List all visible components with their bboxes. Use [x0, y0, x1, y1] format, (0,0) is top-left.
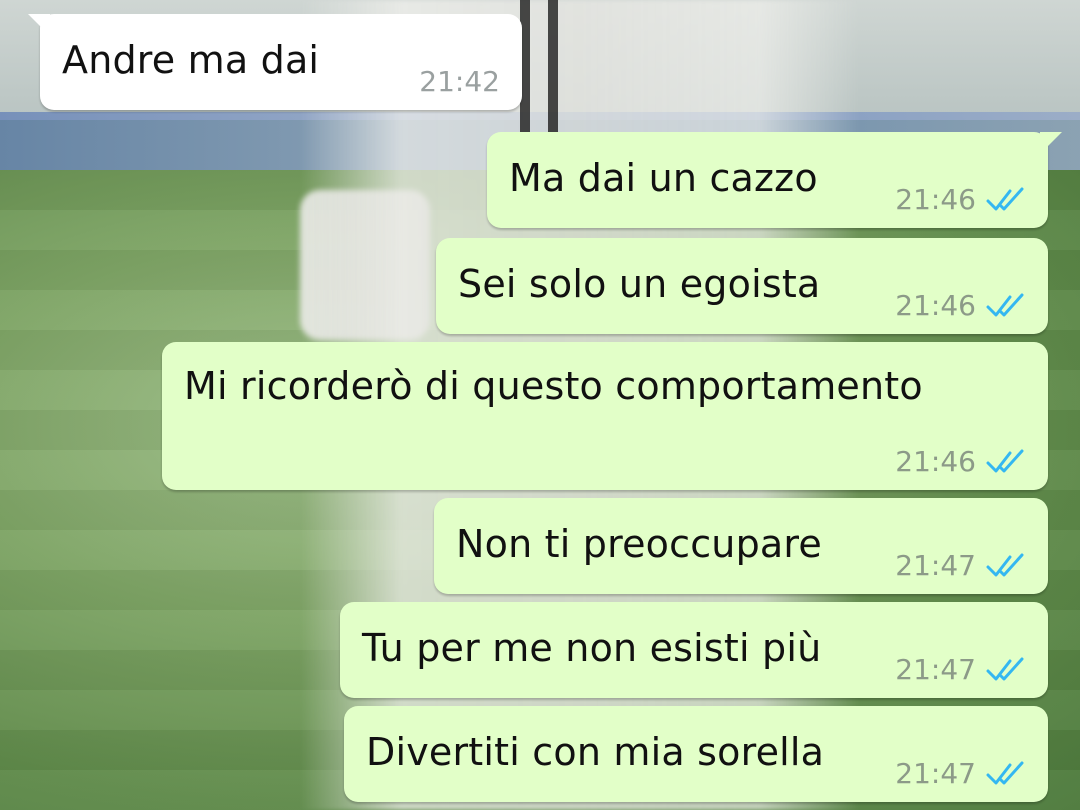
message-bubble-incoming[interactable]: Andre ma dai 21:42 [28, 14, 522, 110]
message-text: Divertiti con mia sorella [366, 730, 825, 774]
message-meta: 21:42 [419, 65, 500, 98]
double-check-read-icon [986, 761, 1024, 784]
message-text: Non ti preoccupare [456, 522, 822, 566]
message-text: Mi ricorderò di questo comportamento [184, 364, 923, 408]
message-time: 21:42 [419, 65, 500, 98]
message-time: 21:46 [895, 183, 976, 216]
double-check-read-icon [986, 187, 1024, 210]
message-bubble-outgoing[interactable]: Sei solo un egoista 21:46 [436, 238, 1048, 334]
message-text: Andre ma dai [62, 38, 320, 82]
message-time: 21:47 [895, 549, 976, 582]
message-bubble-outgoing[interactable]: Mi ricorderò di questo comportamento 21:… [162, 342, 1048, 490]
double-check-read-icon [986, 553, 1024, 576]
message-meta: 21:47 [895, 757, 1026, 790]
message-bubble-outgoing[interactable]: Ma dai un cazzo 21:46 [487, 132, 1062, 228]
double-check-read-icon [986, 293, 1024, 316]
message-meta: 21:46 [895, 183, 1026, 216]
double-check-read-icon [986, 449, 1024, 472]
message-meta: 21:46 [895, 289, 1026, 322]
message-bubble-outgoing[interactable]: Non ti preoccupare 21:47 [434, 498, 1048, 594]
message-bubble-outgoing[interactable]: Tu per me non esisti più 21:47 [340, 602, 1048, 698]
bubble-tail [1040, 132, 1062, 154]
message-meta: 21:46 [895, 445, 1026, 478]
message-text: Tu per me non esisti più [362, 626, 822, 670]
message-meta: 21:47 [895, 653, 1026, 686]
message-text: Sei solo un egoista [458, 262, 821, 306]
bubble-tail [28, 14, 50, 36]
message-time: 21:47 [895, 757, 976, 790]
message-time: 21:46 [895, 289, 976, 322]
message-meta: 21:47 [895, 549, 1026, 582]
message-bubble-outgoing[interactable]: Divertiti con mia sorella 21:47 [344, 706, 1048, 802]
message-text: Ma dai un cazzo [509, 156, 818, 200]
message-time: 21:46 [895, 445, 976, 478]
double-check-read-icon [986, 657, 1024, 680]
message-time: 21:47 [895, 653, 976, 686]
message-list[interactable]: Andre ma dai 21:42 Ma dai un cazzo 21:46… [0, 0, 1080, 810]
